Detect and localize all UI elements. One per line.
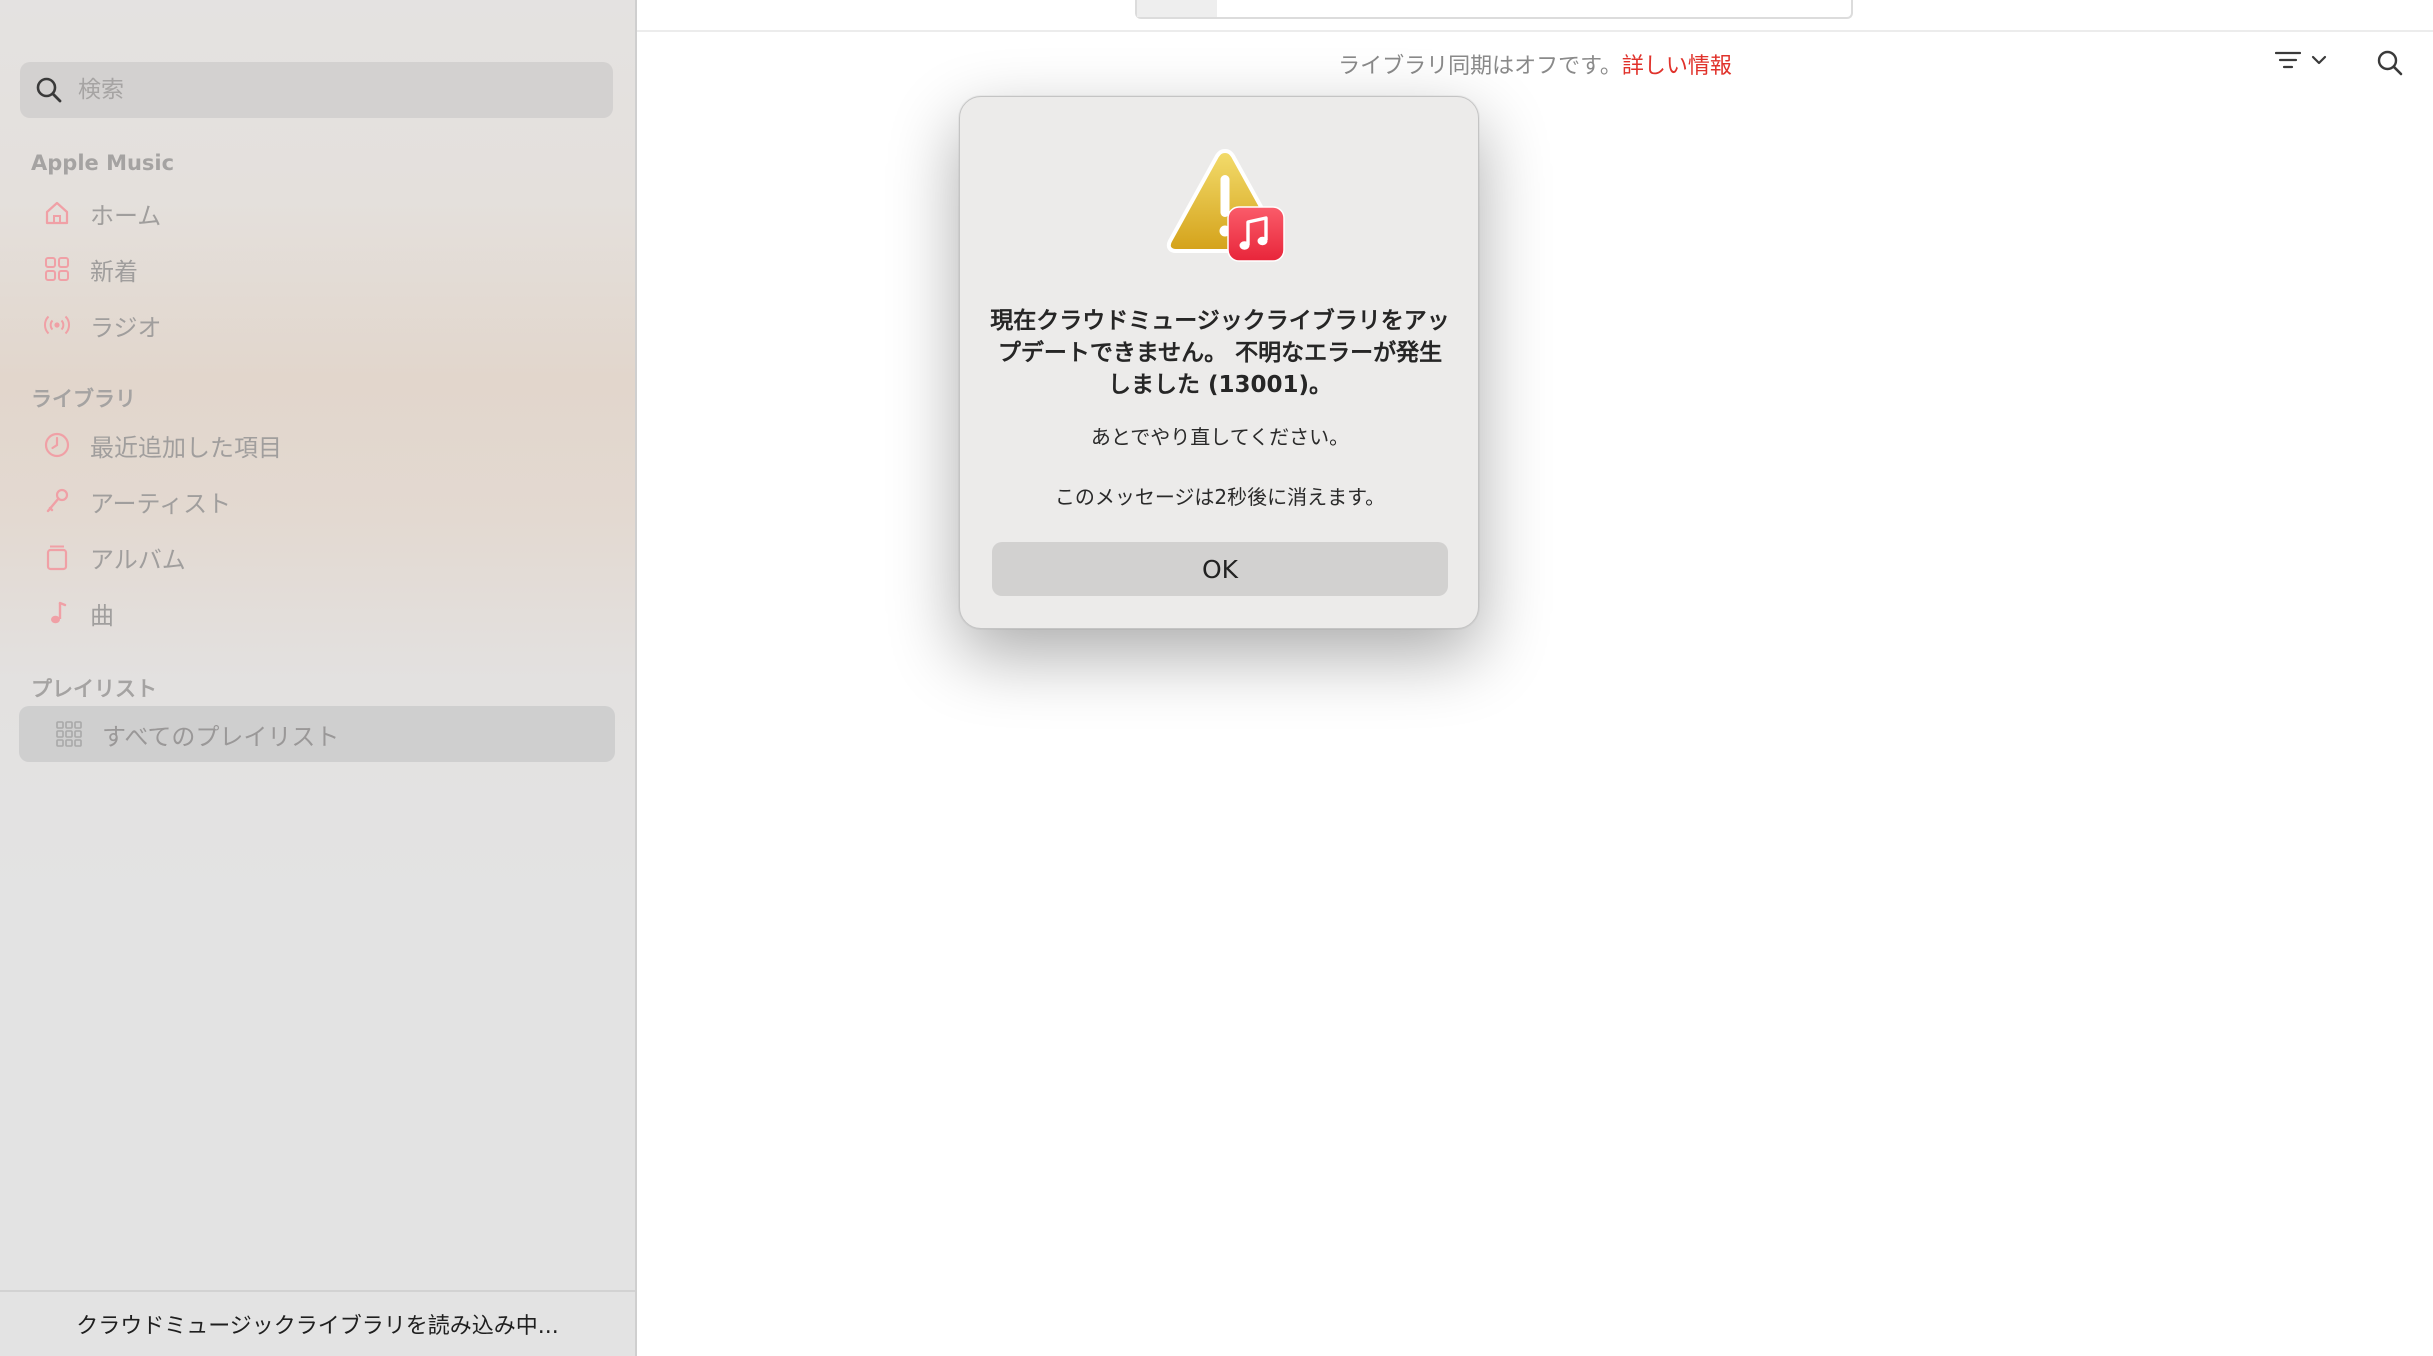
sidebar-item-label: ホーム: [90, 201, 162, 230]
sidebar-search-field[interactable]: [20, 62, 613, 118]
list-sort-icon: [2275, 51, 2301, 69]
section-title-library: ライブラリ: [31, 387, 136, 411]
main-search-button[interactable]: [2375, 48, 2405, 82]
home-icon: [40, 196, 74, 230]
sidebar-item-songs[interactable]: 曲: [40, 588, 615, 638]
sidebar-item-label: 曲: [90, 601, 114, 630]
playlists-grid-icon: [52, 717, 86, 751]
radio-icon: [40, 308, 74, 342]
library-sync-notice: ライブラリ同期はオフです。詳しい情報: [637, 48, 2433, 80]
error-alert-dialog: 現在クラウドミュージックライブラリをアップデートできません。 不明なエラーが発生…: [959, 96, 1479, 629]
dialog-message: あとでやり直してください。: [1090, 425, 1350, 449]
sidebar-item-label: すべてのプレイリスト: [102, 722, 340, 751]
chevron-down-icon: [2311, 55, 2327, 65]
dialog-countdown-text: このメッセージは2秒後に消えます。: [1054, 485, 1386, 509]
sidebar-status-bar: クラウドミュージックライブラリを読み込み中...: [0, 1290, 635, 1356]
sidebar-item-label: アーティスト: [90, 489, 232, 518]
sidebar-item-recently-added[interactable]: 最近追加した項目: [40, 420, 615, 470]
sidebar-item-home[interactable]: ホーム: [40, 188, 615, 238]
sidebar-item-all-playlists[interactable]: すべてのプレイリスト: [19, 706, 615, 762]
search-input[interactable]: [76, 76, 560, 104]
sidebar-item-label: 最近追加した項目: [90, 433, 282, 462]
more-info-link[interactable]: 詳しい情報: [1622, 54, 1732, 79]
sidebar-item-artists[interactable]: アーティスト: [40, 476, 615, 526]
loading-status-text: クラウドミュージックライブラリを読み込み中...: [76, 1314, 559, 1339]
segmented-control[interactable]: [1135, 0, 1853, 19]
section-title-playlists: プレイリスト: [31, 677, 157, 701]
sidebar-item-radio[interactable]: ラジオ: [40, 300, 615, 350]
music-note-icon: [40, 596, 74, 630]
ok-button[interactable]: OK: [992, 542, 1448, 596]
sidebar: Apple Music ホーム 新着 ラジオ ライブラリ 最近追加した項目 アー…: [0, 0, 637, 1356]
album-icon: [40, 540, 74, 574]
dialog-title: 現在クラウドミュージックライブラリをアップデートできません。 不明なエラーが発生…: [990, 308, 1450, 398]
toolbar-strip: [637, 0, 2433, 32]
search-icon: [2377, 50, 2403, 76]
section-title-apple-music: Apple Music: [31, 151, 175, 175]
sidebar-item-label: 新着: [90, 257, 138, 286]
segment-left[interactable]: [1137, 0, 1217, 17]
sidebar-item-new[interactable]: 新着: [40, 244, 615, 294]
warning-music-icon: [1166, 148, 1285, 262]
clock-icon: [40, 428, 74, 462]
main-content: ライブラリ同期はオフです。詳しい情報: [637, 0, 2433, 1356]
microphone-icon: [40, 484, 74, 518]
grid-icon: [40, 252, 74, 286]
sidebar-item-albums[interactable]: アルバム: [40, 532, 615, 582]
sync-status-text: ライブラリ同期はオフです。: [1338, 54, 1622, 79]
sort-options-button[interactable]: [2275, 50, 2327, 70]
sidebar-item-label: ラジオ: [90, 313, 162, 342]
sidebar-item-label: アルバム: [90, 545, 186, 574]
search-icon: [36, 77, 62, 103]
